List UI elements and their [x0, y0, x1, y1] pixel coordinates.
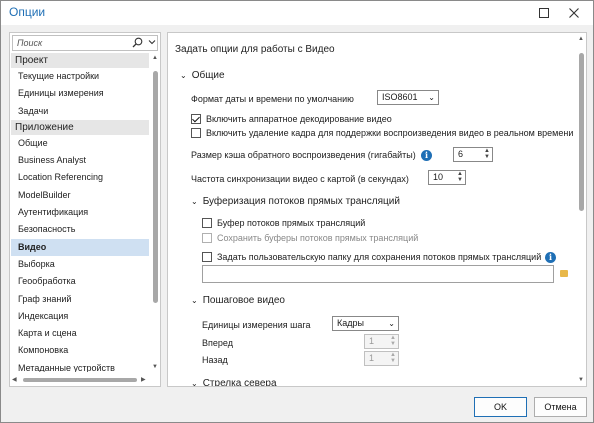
tree-item[interactable]: Business Analyst — [11, 152, 149, 169]
date-format-label: Формат даты и времени по умолчанию — [191, 94, 354, 104]
step-back-stepper[interactable]: 1 ▲ ▼ — [364, 351, 399, 366]
tree-group-header[interactable]: Приложение — [11, 119, 149, 135]
save-buffer-checkbox[interactable] — [202, 233, 212, 243]
sync-rate-value: 10 — [433, 172, 444, 182]
stepper-arrows-icon[interactable]: ▲ ▼ — [457, 171, 463, 183]
frame-drop-checkbox[interactable] — [191, 128, 201, 138]
tree-item[interactable]: Геообработка — [11, 273, 149, 290]
tree-item[interactable]: Единицы измерения — [11, 85, 149, 102]
step-forward-value: 1 — [369, 336, 375, 346]
close-button[interactable] — [561, 3, 587, 23]
panel-vertical-scrollbar[interactable]: ▲ ▼ — [576, 33, 586, 386]
step-forward-label: Вперед — [202, 338, 233, 348]
live-buffer-checkbox[interactable] — [202, 218, 212, 228]
search-icon[interactable] — [132, 37, 143, 48]
scroll-up-icon[interactable]: ▲ — [152, 55, 158, 61]
tree-item[interactable]: Карта и сцена — [11, 325, 149, 342]
maximize-button[interactable] — [531, 3, 557, 23]
tree-item[interactable]: ModelBuilder — [11, 187, 149, 204]
tree-item[interactable]: Безопасность — [11, 221, 149, 238]
options-navigation: Поиск Проект Текущие настройки Единицы изм… — [9, 32, 161, 387]
step-units-select[interactable]: Кадры ⌄ — [332, 316, 399, 331]
step-units-label: Единицы измерения шага — [202, 320, 311, 330]
nav-scroll-thumb[interactable] — [153, 71, 158, 303]
section-buffering[interactable]: ⌄ Буферизация потоков прямых трансляций — [191, 196, 400, 207]
tree-item[interactable]: Компоновка — [11, 342, 149, 359]
chevron-down-icon: ⌄ — [191, 197, 198, 206]
title-bar: Опции — [1, 1, 593, 25]
cache-size-label: Размер кэша обратного воспроизведения (г… — [191, 150, 416, 160]
date-format-select[interactable]: ISO8601 ⌄ — [377, 90, 439, 105]
chevron-down-icon: ⌄ — [191, 296, 198, 305]
step-units-value: Кадры — [337, 318, 364, 328]
cache-size-value: 6 — [458, 149, 464, 159]
scroll-down-icon[interactable]: ▼ — [152, 364, 158, 370]
maximize-icon — [539, 8, 549, 18]
section-north-arrow-label: Стрелка севера — [202, 378, 277, 387]
section-stepping[interactable]: ⌄ Пошаговое видео — [191, 295, 285, 306]
tree-item[interactable]: Видео — [11, 238, 149, 256]
page-title: Задать опции для работы с Видео — [175, 44, 335, 55]
chevron-down-icon: ⌄ — [191, 379, 198, 387]
scroll-left-icon[interactable]: ◀ — [12, 376, 17, 383]
search-input[interactable]: Поиск — [17, 38, 42, 48]
stepper-arrows-icon[interactable]: ▲ ▼ — [484, 148, 490, 160]
ok-button[interactable]: OK — [474, 397, 527, 417]
save-buffer-label: Сохранить буферы потоков прямых трансляц… — [217, 233, 419, 243]
section-buffering-label: Буферизация потоков прямых трансляций — [202, 196, 400, 207]
folder-icon[interactable] — [560, 270, 568, 277]
tree-item[interactable]: Граф знаний — [11, 291, 149, 308]
sync-rate-label: Частота синхронизации видео с картой (в … — [191, 174, 409, 184]
window-title: Опции — [9, 5, 46, 19]
cache-size-stepper[interactable]: 6 ▲ ▼ — [453, 147, 493, 162]
chevron-down-icon: ⌄ — [428, 93, 435, 102]
nav-hscroll-thumb[interactable] — [23, 378, 137, 382]
video-options-panel: Задать опции для работы с Видео ⌄ Общие Ф… — [167, 32, 587, 387]
tree-item[interactable]: Текущие настройки — [11, 68, 149, 85]
custom-folder-label: Задать пользовательскую папку для сохран… — [217, 252, 542, 262]
nav-vertical-scrollbar[interactable]: ▲ ▼ — [150, 53, 160, 373]
tree-item[interactable]: Индексация — [11, 308, 149, 325]
chevron-down-icon[interactable] — [148, 38, 156, 46]
step-forward-stepper[interactable]: 1 ▲ ▼ — [364, 334, 399, 349]
sync-rate-stepper[interactable]: 10 ▲ ▼ — [428, 170, 466, 185]
hw-decode-label: Включить аппаратное декодирование видео — [206, 114, 392, 124]
info-icon[interactable]: i — [545, 252, 556, 263]
options-tree: Проект Текущие настройки Единицы измерения… — [11, 53, 149, 372]
scroll-down-icon[interactable]: ▼ — [578, 377, 584, 383]
date-format-value: ISO8601 — [382, 92, 418, 102]
tree-item[interactable]: Выборка — [11, 256, 149, 273]
folder-path-input[interactable] — [202, 265, 554, 283]
section-stepping-label: Пошаговое видео — [202, 295, 285, 306]
step-back-value: 1 — [369, 353, 375, 363]
chevron-down-icon: ⌄ — [388, 319, 395, 328]
cancel-button[interactable]: Отмена — [534, 397, 587, 417]
frame-drop-label: Включить удаление кадра для поддержки во… — [206, 128, 574, 138]
tree-item[interactable]: Location Referencing — [11, 169, 149, 186]
section-general[interactable]: ⌄ Общие — [180, 70, 225, 81]
tree-item[interactable]: Задачи — [11, 103, 149, 120]
panel-scroll-thumb[interactable] — [579, 53, 584, 211]
options-dialog: Опции Поиск Проект Текущие настройки Едини… — [0, 0, 594, 423]
tree-item[interactable]: Общие — [11, 135, 149, 152]
scroll-right-icon[interactable]: ▶ — [141, 376, 146, 383]
nav-horizontal-scrollbar[interactable]: ◀ ▶ — [11, 374, 149, 385]
custom-folder-checkbox[interactable] — [202, 252, 212, 262]
close-icon — [569, 8, 579, 18]
info-icon[interactable]: i — [421, 150, 432, 161]
search-box[interactable]: Поиск — [12, 35, 158, 51]
tree-group-header[interactable]: Проект — [11, 53, 149, 68]
step-back-label: Назад — [202, 355, 228, 365]
tree-item[interactable]: Метаданные устройств — [11, 360, 149, 372]
scroll-up-icon[interactable]: ▲ — [578, 36, 584, 42]
section-north-arrow[interactable]: ⌄ Стрелка севера — [191, 378, 277, 387]
section-general-label: Общие — [191, 70, 225, 81]
chevron-down-icon: ⌄ — [180, 71, 187, 80]
stepper-arrows-icon[interactable]: ▲ ▼ — [390, 352, 396, 364]
live-buffer-label: Буфер потоков прямых трансляций — [217, 218, 366, 228]
tree-item[interactable]: Аутентификация — [11, 204, 149, 221]
stepper-arrows-icon[interactable]: ▲ ▼ — [390, 335, 396, 347]
hw-decode-checkbox[interactable] — [191, 114, 201, 124]
